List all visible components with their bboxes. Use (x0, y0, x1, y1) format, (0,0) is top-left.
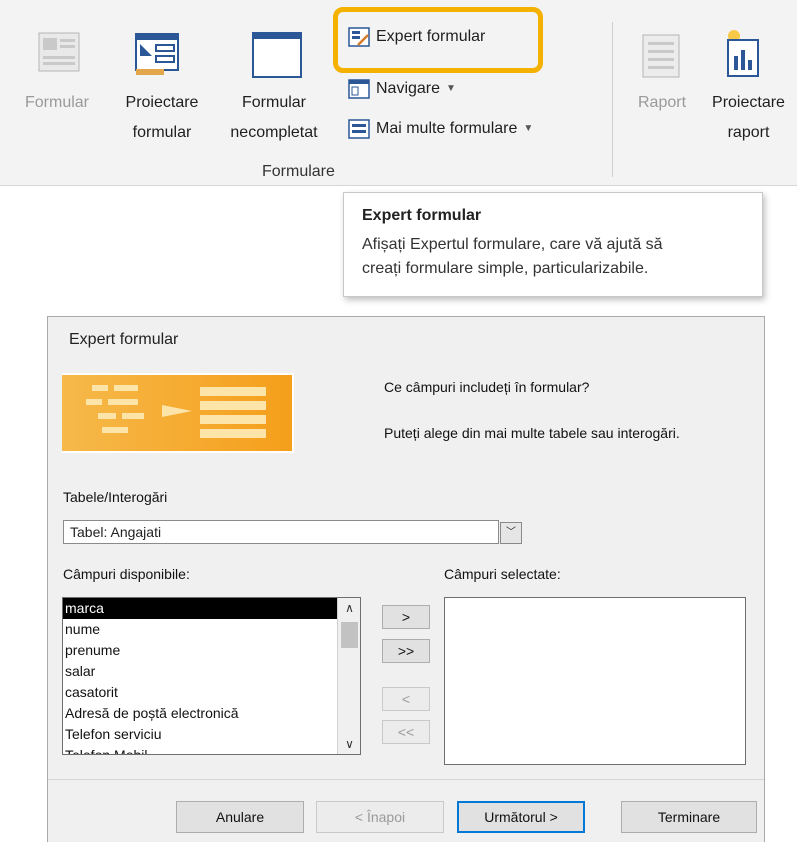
available-fields-items: marca nume prenume salar casatorit Adres… (63, 598, 337, 754)
list-item[interactable]: prenume (63, 640, 337, 661)
tooltip-desc-line-2: creați formulare simple, particularizabi… (362, 260, 649, 277)
form-icon (38, 32, 80, 72)
available-fields-scrollbar[interactable]: ∧ ∨ (337, 598, 360, 754)
tooltip-title: Expert formular (362, 207, 482, 224)
table-select-dropdown-button[interactable]: ﹀ (500, 522, 522, 544)
list-item[interactable]: Telefon serviciu (63, 724, 337, 745)
navigare-dropdown[interactable]: Navigare ▼ (348, 76, 508, 102)
formular-button[interactable]: Formular (20, 28, 100, 148)
chevron-down-icon: ﹀ (506, 527, 516, 538)
list-item[interactable]: marca (63, 598, 337, 619)
raport-button[interactable]: Raport (626, 28, 698, 148)
add-all-fields-button[interactable]: >> (382, 639, 430, 663)
dialog-title: Expert formular (69, 331, 179, 348)
table-select-value: Tabel: Angajati (70, 524, 162, 540)
expert-formular-label: Expert formular (376, 28, 486, 45)
cancel-button[interactable]: Anulare (176, 801, 304, 833)
raport-label: Raport (637, 94, 687, 111)
available-fields-label: Câmpuri disponibile: (63, 566, 190, 582)
mai-multe-formulare-label: Mai multe formulare (376, 120, 518, 137)
wizard-icon (348, 27, 370, 47)
available-fields-list[interactable]: marca nume prenume salar casatorit Adres… (62, 597, 361, 755)
report-design-icon (727, 30, 759, 77)
list-item[interactable]: nume (63, 619, 337, 640)
form-design-icon (135, 33, 179, 75)
formular-necompletat-button[interactable]: Formular necompletat (218, 28, 330, 148)
proiectare-formular-label-1: Proiectare (125, 94, 199, 111)
add-field-button[interactable]: > (382, 605, 430, 629)
next-button[interactable]: Următorul > (457, 801, 585, 833)
wizard-question: Ce câmpuri includeți în formular? (384, 379, 590, 395)
group-label-formulare: Formulare (262, 163, 335, 180)
proiectare-raport-label-1: Proiectare (712, 94, 785, 111)
selected-fields-list[interactable] (444, 597, 746, 765)
formular-necompletat-label-2: necompletat (230, 124, 318, 141)
formular-label: Formular (24, 94, 89, 111)
form-wizard-dialog: Expert formular Ce câmpuri includeți în … (47, 316, 765, 842)
scroll-up-icon[interactable]: ∧ (338, 598, 360, 618)
proiectare-raport-label-2: raport (727, 124, 770, 141)
scroll-down-icon[interactable]: ∨ (338, 734, 360, 754)
proiectare-formular-button[interactable]: Proiectare formular (112, 28, 212, 148)
chevron-down-icon: ▼ (446, 83, 456, 94)
wizard-image (62, 375, 292, 451)
mai-multe-formulare-dropdown[interactable]: Mai multe formulare ▼ (348, 116, 598, 142)
table-select[interactable]: Tabel: Angajati (63, 520, 499, 544)
formular-necompletat-label-1: Formular (241, 94, 306, 111)
navigation-form-icon (348, 79, 370, 99)
list-item[interactable]: casatorit (63, 682, 337, 703)
back-button[interactable]: < Înapoi (316, 801, 444, 833)
finish-button[interactable]: Terminare (621, 801, 757, 833)
blank-form-icon (252, 32, 302, 78)
proiectare-raport-button[interactable]: Proiectare raport (700, 28, 797, 148)
chevron-down-icon: ▼ (523, 123, 534, 134)
wizard-illustration (62, 373, 294, 453)
report-icon (642, 34, 680, 78)
proiectare-formular-label-2: formular (132, 124, 192, 141)
tooltip: Expert formular Afișați Expertul formula… (343, 192, 763, 297)
remove-all-fields-button[interactable]: << (382, 720, 430, 744)
tooltip-desc-line-1: Afișați Expertul formulare, care vă ajut… (362, 236, 663, 253)
remove-field-button[interactable]: < (382, 687, 430, 711)
more-forms-icon (348, 119, 370, 139)
expert-formular-button[interactable]: Expert formular (348, 22, 528, 52)
navigare-label: Navigare (376, 80, 441, 97)
wizard-hint: Puteți alege din mai multe tabele sau in… (384, 425, 680, 441)
selected-fields-label: Câmpuri selectate: (444, 566, 561, 582)
scrollbar-thumb[interactable] (341, 622, 358, 648)
ribbon-separator (612, 22, 613, 177)
tables-label: Tabele/Interogări (63, 489, 168, 505)
list-item[interactable]: Telefon Mobil (63, 745, 337, 754)
list-item[interactable]: Adresă de poștă electronică (63, 703, 337, 724)
list-item[interactable]: salar (63, 661, 337, 682)
